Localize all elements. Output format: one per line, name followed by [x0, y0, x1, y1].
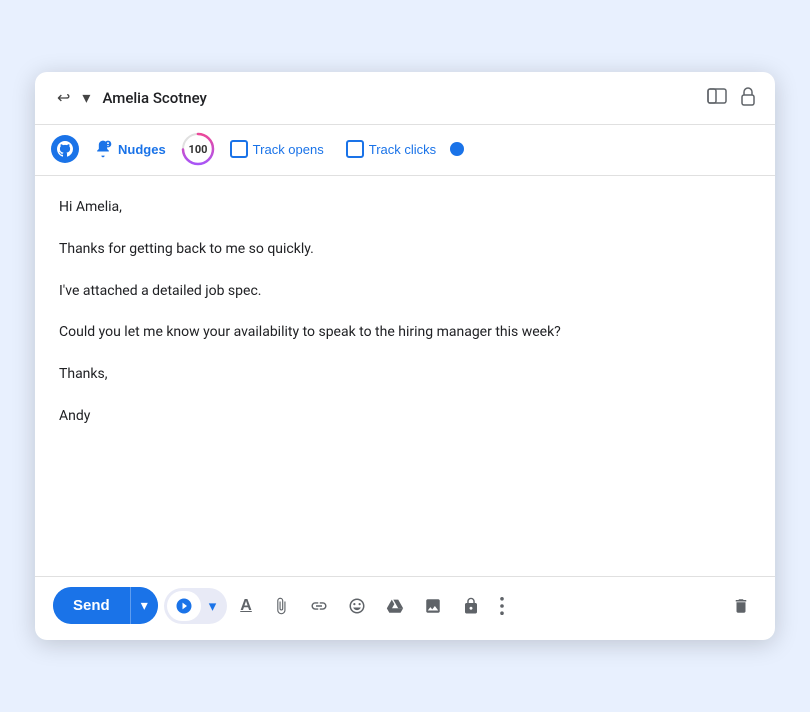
drive-button[interactable]: [379, 591, 411, 621]
body-line2: I've attached a detailed job spec.: [59, 280, 751, 304]
lock-icon[interactable]: [739, 86, 757, 111]
nudges-label: Nudges: [118, 142, 166, 157]
drive-icon: [386, 597, 404, 615]
attachment-button[interactable]: [265, 591, 297, 621]
score-value: 100: [188, 143, 207, 156]
compose-footer: Send ▾ ▾ A: [35, 576, 775, 640]
image-button[interactable]: [417, 591, 449, 621]
send-button[interactable]: Send: [53, 587, 130, 624]
send-dropdown-icon: ▾: [141, 597, 148, 613]
email-body: Hi Amelia, Thanks for getting back to me…: [35, 176, 775, 576]
text-format-button[interactable]: A: [233, 591, 259, 621]
compose-header: ↩ ▾ Amelia Scotney: [35, 72, 775, 125]
format-dropdown-icon: ▾: [209, 597, 217, 615]
header-dropdown-button[interactable]: ▾: [78, 84, 94, 112]
track-opens-button[interactable]: Track opens: [222, 136, 332, 162]
back-icon: ↩: [57, 88, 70, 108]
emoji-button[interactable]: [341, 591, 373, 621]
trash-icon: [732, 597, 750, 615]
format-dropdown-button[interactable]: ▾: [201, 591, 225, 621]
underline-a-icon: A: [240, 597, 252, 615]
back-button[interactable]: ↩: [53, 84, 74, 112]
chevron-down-icon: ▾: [82, 88, 90, 108]
send-button-group: Send ▾: [53, 587, 158, 624]
format-button-group: ▾: [164, 588, 228, 624]
score-badge[interactable]: 100: [180, 131, 216, 167]
track-clicks-button[interactable]: Track clicks: [338, 136, 444, 162]
paperclip-icon: [272, 597, 290, 615]
track-opens-icon: [230, 140, 248, 158]
body-line1: Thanks for getting back to me so quickly…: [59, 238, 751, 262]
compose-toolbar: Nudges 100 Track opens: [35, 125, 775, 176]
emoji-icon: [348, 597, 366, 615]
confidential-button[interactable]: !: [455, 591, 487, 621]
dot-indicator[interactable]: [450, 142, 464, 156]
send-dropdown-button[interactable]: ▾: [130, 587, 158, 624]
delete-button[interactable]: [725, 591, 757, 621]
compose-window: ↩ ▾ Amelia Scotney: [35, 72, 775, 640]
nudges-icon: [93, 139, 113, 159]
svg-text:!: !: [472, 608, 473, 613]
sign-off: Thanks,: [59, 363, 751, 387]
confidential-icon: !: [462, 597, 480, 615]
header-right: [707, 86, 757, 111]
nudges-button[interactable]: Nudges: [85, 134, 174, 164]
link-button[interactable]: [303, 591, 335, 621]
window-icon[interactable]: [707, 88, 727, 109]
score-circle-svg: 100: [180, 131, 216, 167]
more-icon: [500, 597, 504, 615]
format-active-button[interactable]: [167, 591, 201, 621]
track-clicks-icon: [346, 140, 364, 158]
recipient-name: Amelia Scotney: [102, 89, 206, 107]
link-icon: [310, 597, 328, 615]
app-icon[interactable]: [51, 135, 79, 163]
signature: Andy: [59, 405, 751, 429]
image-icon: [424, 597, 442, 615]
track-clicks-label: Track clicks: [369, 142, 436, 157]
format-active-icon: [175, 597, 193, 615]
header-left: ↩ ▾ Amelia Scotney: [53, 84, 207, 112]
body-line3: Could you let me know your availability …: [59, 321, 751, 345]
greeting: Hi Amelia,: [59, 196, 751, 220]
more-options-button[interactable]: [493, 591, 511, 621]
track-opens-label: Track opens: [253, 142, 324, 157]
